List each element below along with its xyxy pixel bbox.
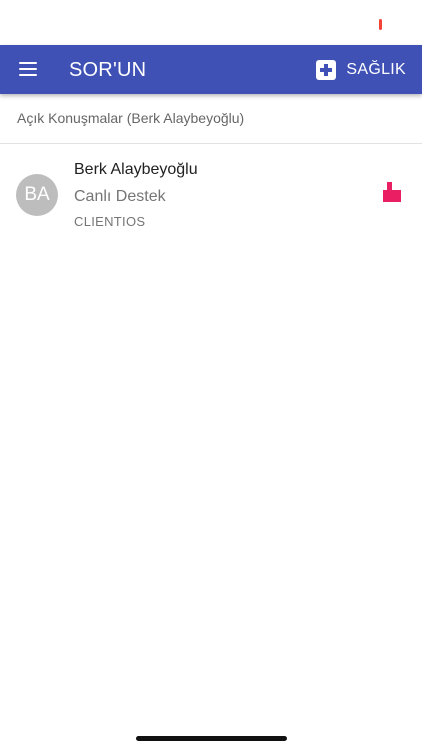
conversation-name: Berk Alaybeyoğlu <box>74 161 198 178</box>
hamburger-menu-icon <box>19 68 37 70</box>
health-button-label: SAĞLIK <box>346 61 406 78</box>
medical-plus-icon <box>316 60 337 80</box>
menu-button[interactable] <box>14 55 42 83</box>
mailbox-flag-icon <box>383 182 401 202</box>
open-conversations-header: Açık Konuşmalar (Berk Alaybeyoğlu) <box>0 94 422 144</box>
open-conversations-title: Açık Konuşmalar (Berk Alaybeyoğlu) <box>17 110 245 126</box>
hamburger-menu-icon <box>19 62 37 64</box>
conversation-list-item[interactable]: BA Berk Alaybeyoğlu Canlı Destek CLIENTI… <box>0 144 422 244</box>
home-indicator[interactable] <box>136 736 287 741</box>
app-title: SOR'UN <box>69 59 147 81</box>
app-bar: SOR'UN SAĞLIK <box>0 45 422 94</box>
conversation-subtitle: Canlı Destek <box>74 188 166 205</box>
status-bar <box>0 0 422 45</box>
app-screen: SOR'UN SAĞLIK Açık Konuşmalar (Berk Alay… <box>0 0 422 750</box>
health-button[interactable]: SAĞLIK <box>316 57 406 83</box>
hamburger-menu-icon <box>19 74 37 76</box>
recording-indicator-icon <box>379 19 382 30</box>
conversation-tag: CLIENTIOS <box>74 214 146 229</box>
avatar: BA <box>16 174 58 216</box>
